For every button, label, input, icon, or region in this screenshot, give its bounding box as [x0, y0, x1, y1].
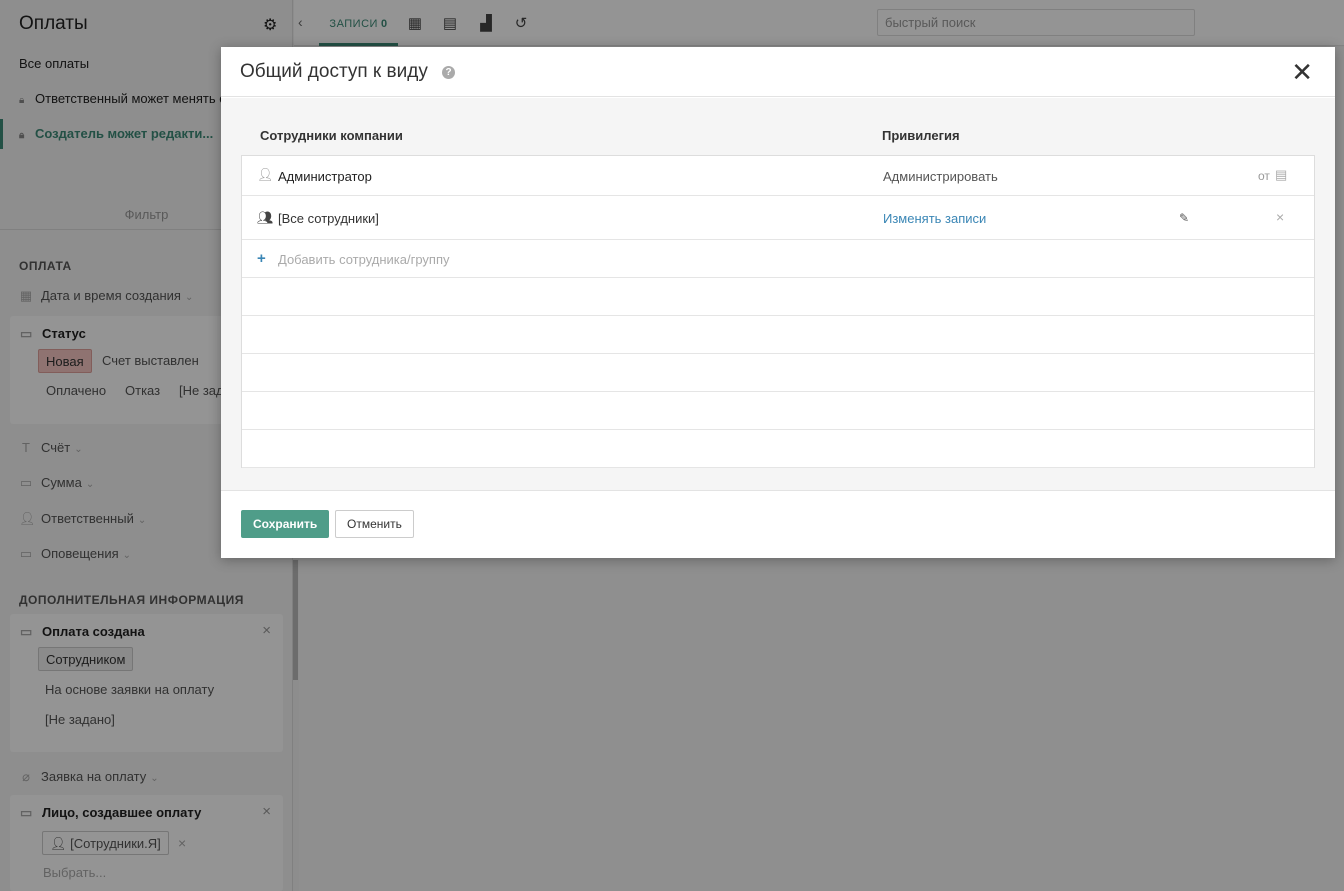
- column-header-employees: Сотрудники компании: [260, 128, 403, 143]
- row-name: [Все сотрудники]: [278, 211, 379, 226]
- table-row: 👤︎ Администратор Администрировать от ▤: [242, 156, 1314, 196]
- help-icon[interactable]: ?: [442, 66, 455, 79]
- cancel-button[interactable]: Отменить: [335, 510, 414, 538]
- table-row: [242, 316, 1314, 354]
- dialog-header: Общий доступ к виду ? ✕: [221, 47, 1335, 97]
- row-privilege-link[interactable]: Изменять записи: [883, 211, 986, 226]
- add-member-label: Добавить сотрудника/группу: [278, 252, 450, 267]
- add-member-row[interactable]: + Добавить сотрудника/группу: [242, 240, 1314, 278]
- table-row: [242, 278, 1314, 316]
- table-row: [242, 430, 1314, 468]
- save-button[interactable]: Сохранить: [241, 510, 330, 538]
- share-view-dialog: Общий доступ к виду ? ✕ Сотрудники компа…: [221, 47, 1335, 558]
- dialog-footer: Сохранить Отменить: [221, 490, 1335, 558]
- edit-icon[interactable]: ✎: [1179, 211, 1189, 225]
- column-header-privilege: Привилегия: [882, 128, 960, 143]
- group-icon: 👥︎: [257, 210, 274, 225]
- remove-row-icon[interactable]: ×: [1276, 209, 1284, 225]
- access-table: 👤︎ Администратор Администрировать от ▤ 👥…: [241, 155, 1315, 468]
- dialog-title: Общий доступ к виду: [240, 61, 428, 82]
- printer-icon: ▤: [1275, 167, 1288, 182]
- user-icon: 👤︎: [257, 167, 274, 182]
- row-extra: от: [1258, 169, 1270, 183]
- table-row: [242, 392, 1314, 430]
- row-privilege: Администрировать: [883, 169, 998, 184]
- row-name: Администратор: [278, 169, 372, 184]
- dialog-body: Сотрудники компании Привилегия 👤︎ Админи…: [221, 98, 1335, 490]
- plus-icon: +: [257, 250, 266, 267]
- table-row: [242, 354, 1314, 392]
- table-row: 👥︎ [Все сотрудники] Изменять записи ✎ ×: [242, 196, 1314, 240]
- close-icon[interactable]: ✕: [1291, 59, 1313, 85]
